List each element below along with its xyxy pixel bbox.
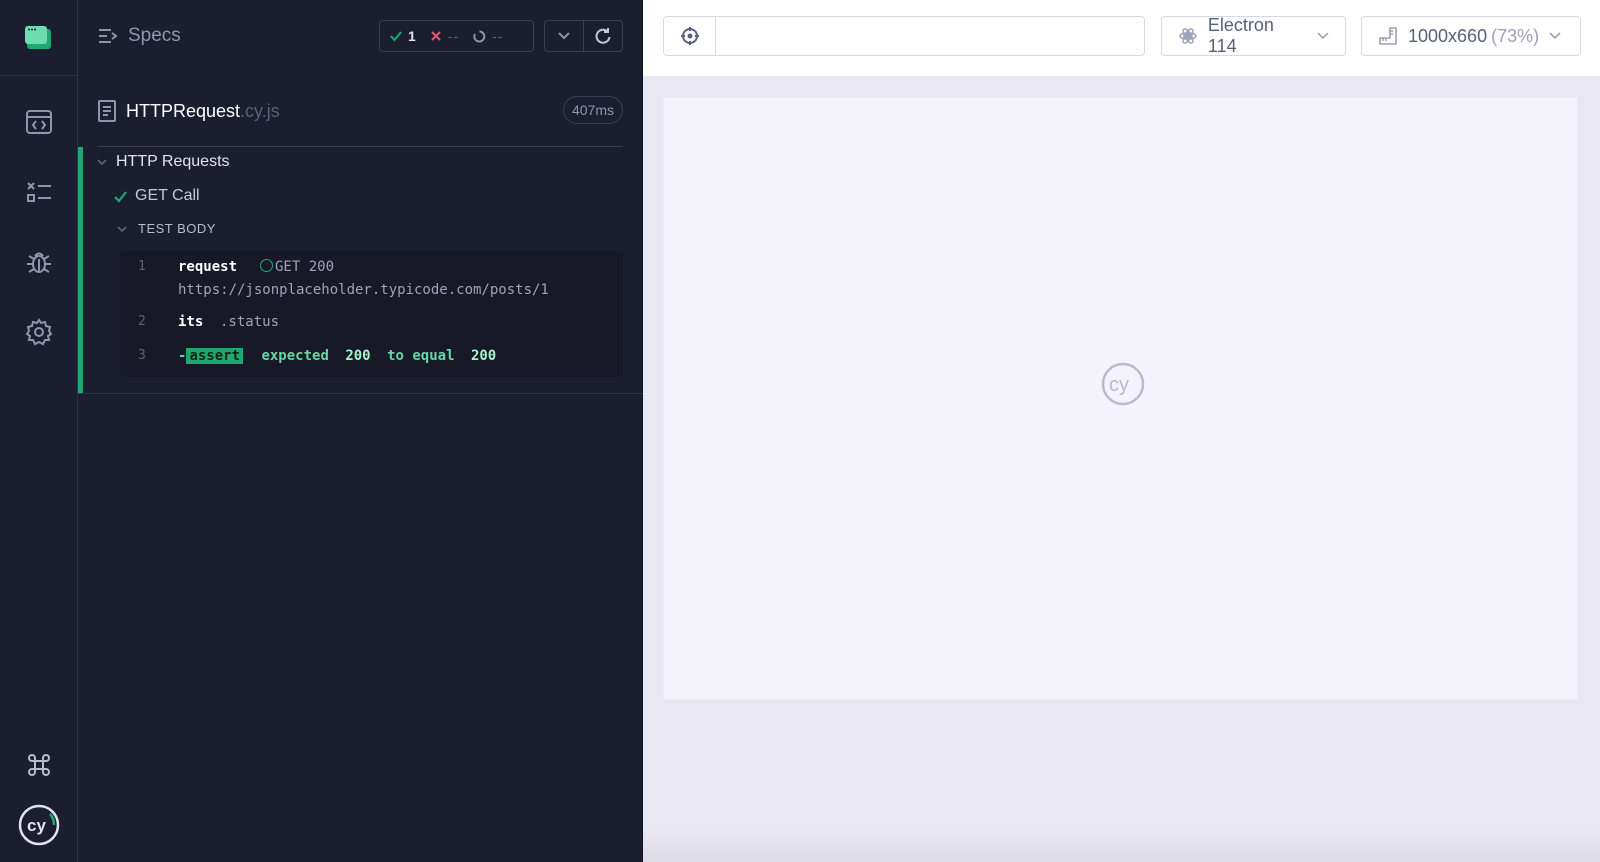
chevron-down-icon <box>558 32 570 40</box>
pending-stat: -- <box>473 28 503 44</box>
passed-stat: 1 <box>390 28 416 44</box>
viewport-scale: (73%) <box>1491 25 1540 46</box>
pending-count: -- <box>492 28 504 44</box>
nav-specs-button[interactable] <box>19 102 59 142</box>
pass-status-bar <box>78 147 83 393</box>
request-method: GET 200 <box>260 259 334 275</box>
svg-text:cy: cy <box>27 816 46 835</box>
pending-icon <box>473 30 486 42</box>
chevron-down-icon <box>1317 32 1329 40</box>
rerun-button[interactable] <box>583 21 622 51</box>
command-arg: .status <box>220 314 280 330</box>
runs-icon <box>27 182 51 202</box>
assert-to-equal: to equal <box>387 348 455 364</box>
check-icon <box>390 31 402 42</box>
document-icon <box>98 100 116 122</box>
assert-value: 200 <box>470 348 497 364</box>
cypress-logo-icon: cy <box>1101 362 1145 406</box>
spec-file-name: HTTPRequest <box>126 100 241 121</box>
failed-count: -- <box>447 28 460 44</box>
app-bottom-shadow <box>643 828 1600 862</box>
viewport-size: 1000x660 <box>1408 25 1488 46</box>
x-icon <box>431 31 441 41</box>
test-suite: HTTP Requests GET Call TEST BODY 1 reque… <box>78 147 643 394</box>
reporter-controls <box>544 20 623 52</box>
refresh-icon <box>595 28 611 44</box>
suite-title: HTTP Requests <box>116 153 230 170</box>
cypress-app-icon <box>25 25 51 49</box>
selector-playground-button[interactable] <box>664 17 716 55</box>
keyboard-shortcuts-button[interactable] <box>19 745 59 785</box>
command-row[interactable]: 1 request GET 200 https://jsonplaceholde… <box>120 259 623 311</box>
command-number: 1 <box>138 259 146 274</box>
duration-badge: 407ms <box>562 96 623 124</box>
browser-selector[interactable]: Electron 114 <box>1161 15 1346 56</box>
app-logo[interactable] <box>0 0 78 76</box>
command-name: its <box>178 314 204 330</box>
cypress-logo-icon: cy <box>18 804 60 846</box>
settings-icon <box>25 318 53 346</box>
assert-value: 200 <box>345 348 371 364</box>
ruler-icon <box>1379 27 1397 45</box>
test-body-title: TEST BODY <box>138 221 216 236</box>
command-name: request <box>178 259 238 275</box>
specs-icon <box>26 110 52 134</box>
nav-runs-button[interactable] <box>19 172 59 212</box>
passed-count: 1 <box>408 28 416 44</box>
command-row[interactable]: 2 its .status <box>120 314 623 338</box>
command-log: 1 request GET 200 https://jsonplaceholde… <box>120 251 623 377</box>
app-preview: Electron 114 1000x660 (73%) cy <box>643 0 1600 862</box>
browser-name: Electron 114 <box>1207 15 1274 56</box>
suite-title-row[interactable]: HTTP Requests <box>96 153 230 171</box>
svg-text:cy: cy <box>1109 374 1129 396</box>
check-icon <box>114 190 127 203</box>
request-method-status: GET 200 <box>275 259 335 275</box>
url-bar <box>663 16 1145 56</box>
command-number: 2 <box>138 314 146 329</box>
spec-file-row: HTTPRequest .cy.js 407ms <box>98 96 623 126</box>
command-number: 3 <box>138 348 146 363</box>
chevron-down-icon <box>1549 32 1561 40</box>
nav-settings-button[interactable] <box>19 312 59 352</box>
spec-file-ext: .cy.js <box>240 100 280 121</box>
app-toolbar: Electron 114 1000x660 (73%) <box>643 0 1600 76</box>
specs-label: Specs <box>128 25 181 46</box>
test-stats: 1 -- -- <box>379 20 534 52</box>
debug-icon <box>27 252 51 273</box>
test-row[interactable]: GET Call <box>114 187 200 205</box>
pending-circle-icon <box>260 259 273 272</box>
specs-link[interactable]: Specs <box>98 25 181 47</box>
request-url: https://jsonplaceholder.typicode.com/pos… <box>178 282 549 298</box>
chevron-down-icon <box>97 159 107 166</box>
assert-expected: expected <box>261 348 329 364</box>
url-input[interactable] <box>716 17 1144 55</box>
test-body-header[interactable]: TEST BODY <box>116 221 216 236</box>
electron-icon <box>1179 28 1197 44</box>
test-title: GET Call <box>135 187 200 204</box>
crosshair-icon <box>680 27 699 45</box>
viewport-selector[interactable]: 1000x660 (73%) <box>1361 16 1581 56</box>
specs-list-icon <box>99 29 118 43</box>
aut-iframe[interactable]: cy <box>663 97 1578 700</box>
expand-collapse-button[interactable] <box>545 21 583 51</box>
keyboard-shortcut-icon <box>28 754 50 776</box>
sidebar-nav: cy <box>0 0 78 862</box>
chevron-down-icon <box>117 225 127 232</box>
nav-debug-button[interactable] <box>19 242 59 282</box>
reporter-panel: Specs 1 -- -- HTTPRequest .cy.js 407ms H… <box>78 0 643 862</box>
failed-stat: -- <box>430 28 459 44</box>
reporter-header: Specs 1 -- -- <box>78 0 643 76</box>
command-row[interactable]: 3 - assert expected 200 to equal 200 <box>120 348 623 372</box>
cypress-logo-button[interactable]: cy <box>18 804 60 846</box>
assert-command: - assert expected 200 to equal 200 <box>178 348 496 364</box>
assert-badge: assert <box>186 348 244 364</box>
